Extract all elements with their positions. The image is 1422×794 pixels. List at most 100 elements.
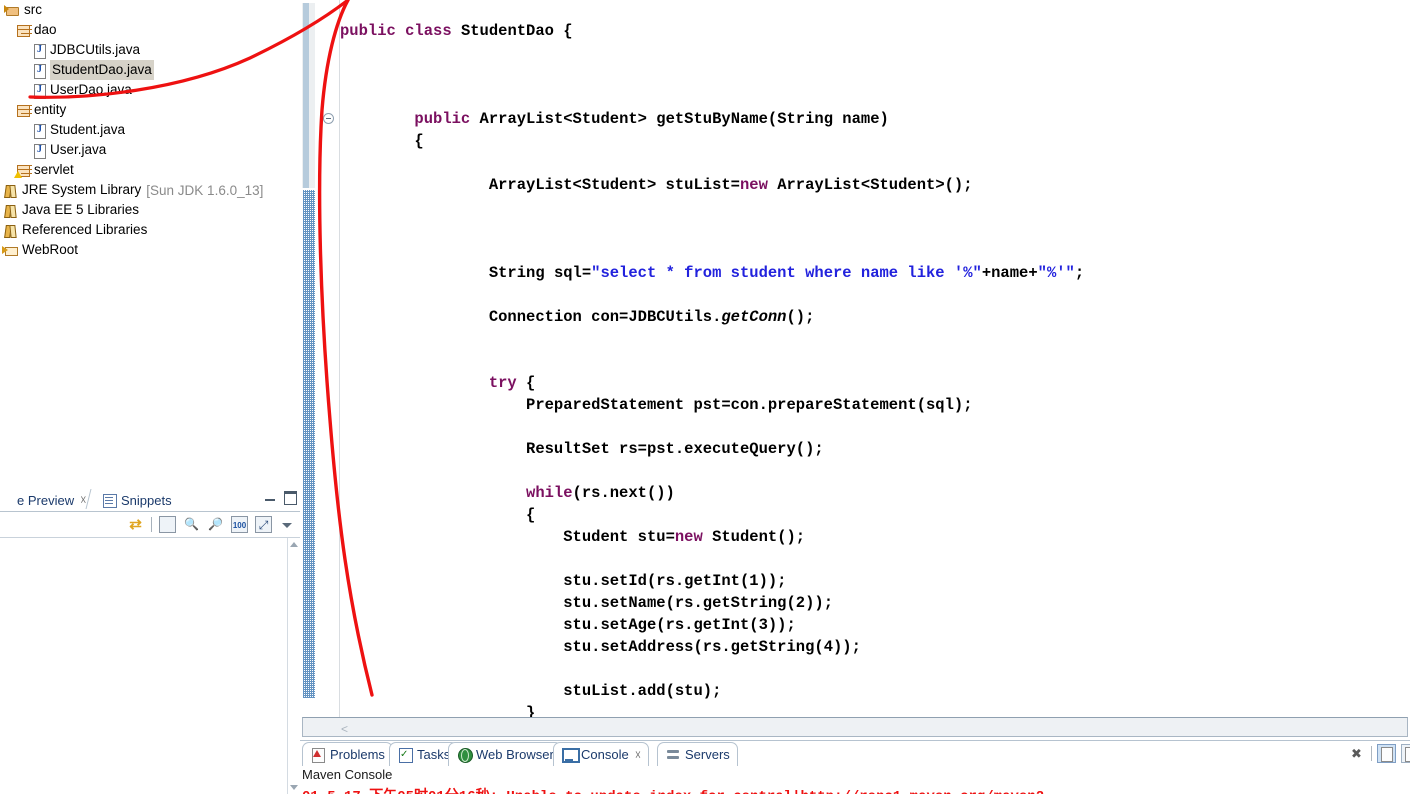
tab-servers[interactable]: Servers: [657, 742, 738, 766]
minimize-button[interactable]: [264, 490, 277, 503]
tree-item-servlet[interactable]: servlet: [0, 160, 300, 180]
maximize-button[interactable]: [283, 490, 297, 505]
tab-web-browser[interactable]: Web Browser: [448, 742, 562, 766]
code-line[interactable]: String sql="select * from student where …: [340, 262, 1422, 284]
preview-vertical-scrollbar[interactable]: [287, 538, 300, 794]
code-line[interactable]: [340, 460, 1422, 482]
servers-icon: [665, 747, 681, 762]
editor-code-area[interactable]: public class StudentDao { public ArrayLi…: [340, 0, 1422, 722]
tree-item-userdao-java[interactable]: UserDao.java: [0, 80, 300, 100]
package-icon: [14, 22, 31, 38]
tree-item-referenced-libraries[interactable]: Referenced Libraries: [0, 220, 300, 240]
tab-problems[interactable]: Problems: [302, 742, 393, 766]
package-explorer-tree[interactable]: src dao JDBCUtils.java StudentDao.java UserD…: [0, 0, 300, 486]
tab-label: Tasks: [417, 747, 451, 762]
tab-label: Servers: [685, 747, 730, 762]
code-line[interactable]: stu.setAge(rs.getInt(3));: [340, 614, 1422, 636]
code-line[interactable]: [340, 328, 1422, 350]
code-line[interactable]: stu.setId(rs.getInt(1));: [340, 570, 1422, 592]
new-console-icon[interactable]: [1377, 744, 1396, 763]
code-line[interactable]: Connection con=JDBCUtils.getConn();: [340, 306, 1422, 328]
scroll-up-icon[interactable]: [290, 542, 298, 547]
tab-page-preview[interactable]: e Preview ☓: [0, 488, 92, 512]
tree-item-studentdao-java[interactable]: StudentDao.java: [0, 60, 300, 80]
code-line[interactable]: Student stu=new Student();: [340, 526, 1422, 548]
tree-item-jre-system-library[interactable]: JRE System Library [Sun JDK 1.6.0_13]: [0, 180, 300, 200]
hscroll-hint: <: [341, 722, 349, 736]
collapse-icon[interactable]: [323, 113, 334, 124]
code-line[interactable]: stu.setName(rs.getString(2));: [340, 592, 1422, 614]
editor-overview-ruler[interactable]: [302, 0, 316, 717]
code-line[interactable]: [340, 218, 1422, 240]
code-line[interactable]: public ArrayList<Student> getStuByName(S…: [340, 108, 1422, 130]
tree-item-dao[interactable]: dao: [0, 20, 300, 40]
tab-label: Problems: [330, 747, 385, 762]
close-icon[interactable]: ☓: [635, 748, 641, 762]
code-line[interactable]: [340, 548, 1422, 570]
code-line[interactable]: [340, 64, 1422, 86]
code-token: stu.setName(rs.getString(2));: [563, 594, 833, 612]
tree-item-user-java[interactable]: User.java: [0, 140, 300, 160]
code-line[interactable]: [340, 416, 1422, 438]
zoom-100-icon[interactable]: [231, 516, 248, 533]
tree-item-entity[interactable]: entity: [0, 100, 300, 120]
code-line[interactable]: [340, 240, 1422, 262]
code-line[interactable]: [340, 42, 1422, 64]
code-token: while: [526, 484, 573, 502]
tab-label: e Preview: [17, 492, 75, 508]
tree-item-label: src: [24, 2, 42, 17]
tree-item-webroot[interactable]: WebRoot: [0, 240, 300, 260]
code-line[interactable]: stuList.add(stu);: [340, 680, 1422, 702]
code-line[interactable]: public class StudentDao {: [340, 20, 1422, 42]
code-line[interactable]: [340, 86, 1422, 108]
console-name-label: Maven Console: [302, 767, 393, 782]
console-log-line: 01-5-17 下午05时01分16秒: Unable to update in…: [302, 785, 1044, 794]
tab-console[interactable]: Console ☓: [553, 742, 650, 766]
code-line[interactable]: [340, 152, 1422, 174]
tree-item-student-java[interactable]: Student.java: [0, 120, 300, 140]
editor-horizontal-scrollbar[interactable]: <: [302, 717, 1408, 737]
left-view-tabbar[interactable]: e Preview ☓ Snippets: [0, 486, 300, 512]
zoom-in-icon[interactable]: [207, 516, 224, 533]
code-line[interactable]: [340, 350, 1422, 372]
code-line[interactable]: ArrayList<Student> stuList=new ArrayList…: [340, 174, 1422, 196]
preview-toolbar[interactable]: [0, 512, 300, 538]
synchronize-arrows-icon[interactable]: [127, 516, 144, 533]
code-token: Student();: [702, 528, 806, 546]
tree-item-jdbcutils-java[interactable]: JDBCUtils.java: [0, 40, 300, 60]
code-line[interactable]: [340, 284, 1422, 306]
tree-item-src[interactable]: src: [0, 0, 300, 20]
code-line[interactable]: {: [340, 504, 1422, 526]
code-line[interactable]: while(rs.next()): [340, 482, 1422, 504]
chevron-down-icon[interactable]: [279, 516, 296, 533]
editor-folding-column[interactable]: [318, 0, 340, 717]
tab-label: Console: [581, 747, 629, 762]
code-token: ArrayList<Student> getStuByName(String n…: [479, 110, 889, 128]
code-line[interactable]: {: [340, 130, 1422, 152]
toolbar-separator: [151, 517, 152, 532]
tree-item-label: servlet: [34, 162, 74, 177]
webroot-folder-icon: [2, 242, 19, 258]
clear-x-icon[interactable]: [1347, 744, 1366, 763]
ruler-scroll-thumb[interactable]: [303, 3, 309, 188]
console-view[interactable]: Problems Tasks Web Browser Console ☓ Ser…: [300, 740, 1422, 794]
code-line[interactable]: try {: [340, 372, 1422, 394]
preview-render-icon[interactable]: [159, 516, 176, 533]
code-line[interactable]: [340, 196, 1422, 218]
tree-item-java-ee-5-libraries[interactable]: Java EE 5 Libraries: [0, 200, 300, 220]
fit-to-page-icon[interactable]: [255, 516, 272, 533]
code-line[interactable]: [340, 658, 1422, 680]
java-editor[interactable]: public class StudentDao { public ArrayLi…: [300, 0, 1422, 737]
view-window-buttons[interactable]: [264, 490, 297, 505]
code-line[interactable]: PreparedStatement pst=con.prepareStateme…: [340, 394, 1422, 416]
warning-overlay-icon: [14, 171, 22, 178]
console-tabbar[interactable]: Problems Tasks Web Browser Console ☓ Ser…: [300, 740, 1422, 766]
code-line[interactable]: stu.setAddress(rs.getString(4));: [340, 636, 1422, 658]
zoom-out-icon[interactable]: [183, 516, 200, 533]
code-line[interactable]: ResultSet rs=pst.executeQuery();: [340, 438, 1422, 460]
scroll-down-icon[interactable]: [290, 785, 298, 790]
tab-snippets[interactable]: Snippets: [96, 488, 178, 512]
